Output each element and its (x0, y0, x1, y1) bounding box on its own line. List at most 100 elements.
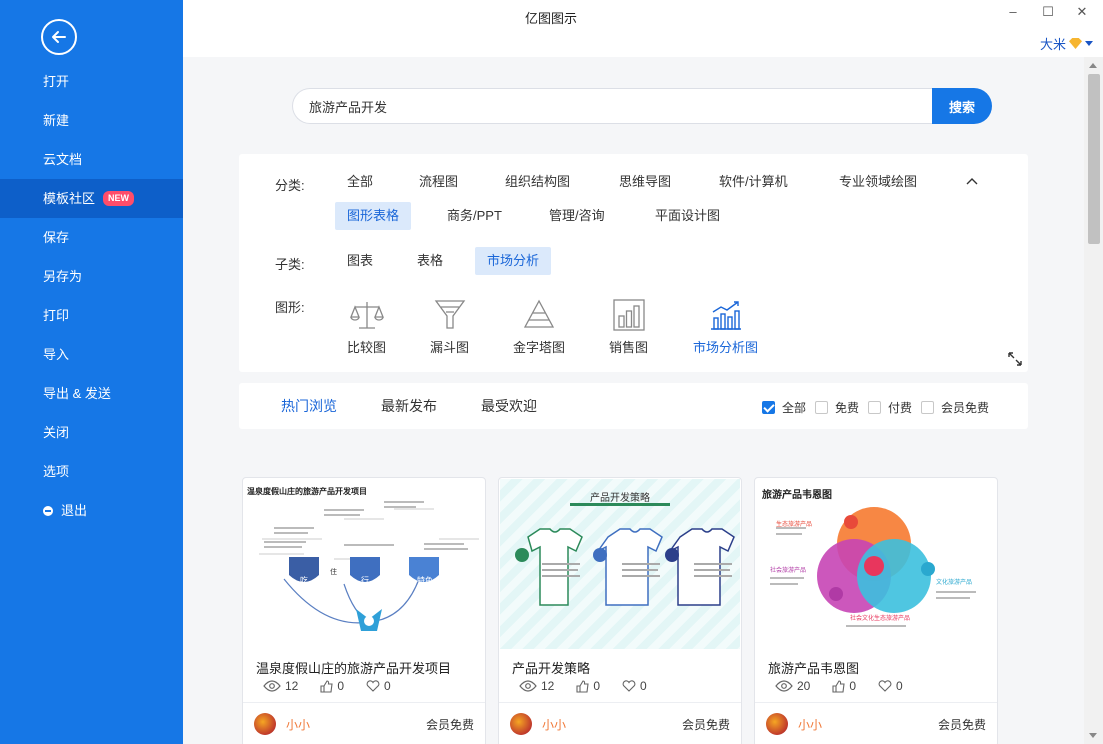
scroll-down-arrow-icon[interactable] (1089, 733, 1097, 738)
heart-icon (622, 680, 636, 692)
sidebar-item-label: 新建 (43, 113, 70, 128)
pyramid-icon (523, 299, 555, 328)
category-mind-map[interactable]: 思维导图 (607, 168, 683, 196)
back-button[interactable] (41, 19, 77, 55)
sidebar-item-exit[interactable]: 退出 (0, 491, 183, 530)
subcategory-label: 子类: (275, 257, 305, 272)
sidebar-item-template-community[interactable]: 模板社区 NEW (0, 179, 183, 218)
template-thumbnail: 温泉度假山庄的旅游产品开发项目 吃 住 行 特色 (244, 479, 484, 649)
scroll-thumb[interactable] (1088, 74, 1100, 244)
shape-pyramid[interactable]: 金字塔图 (513, 295, 565, 356)
tshirt-diagram-graphic (515, 503, 735, 606)
sidebar-item-export[interactable]: 导出 & 发送 (0, 374, 183, 413)
search-input[interactable] (292, 88, 934, 124)
sidebar-item-save-as[interactable]: 另存为 (0, 257, 183, 296)
filter-member-free-checkbox[interactable]: 会员免费 (921, 399, 989, 416)
like-button[interactable]: 0 (576, 679, 600, 693)
expand-icon[interactable] (1007, 351, 1023, 367)
shape-label-text: 销售图 (609, 340, 649, 355)
subcategory-chart[interactable]: 图表 (335, 247, 385, 275)
category-graphic-design[interactable]: 平面设计图 (643, 202, 732, 230)
user-menu[interactable]: 大米 (1040, 34, 1093, 53)
shape-funnel[interactable]: 漏斗图 (430, 295, 469, 356)
shape-comparison[interactable]: 比较图 (347, 295, 386, 356)
tab-hot[interactable]: 热门浏览 (281, 396, 337, 416)
thumbs-up-icon (832, 679, 845, 693)
category-business-ppt[interactable]: 商务/PPT (435, 202, 514, 230)
sidebar-item-label: 云文档 (43, 152, 83, 167)
search-bar: 搜索 (292, 88, 992, 124)
like-button[interactable]: 0 (832, 679, 856, 693)
filter-paid-checkbox[interactable]: 付费 (868, 399, 912, 416)
sidebar-item-save[interactable]: 保存 (0, 218, 183, 257)
search-button[interactable]: 搜索 (932, 88, 992, 124)
favorites-count: 0 (896, 679, 903, 693)
shape-sales[interactable]: 销售图 (609, 295, 648, 356)
category-org-chart[interactable]: 组织结构图 (493, 168, 582, 196)
template-card[interactable]: 产品开发策略 产品开发策略 12 0 0 小小 会员免费 (498, 477, 742, 744)
sidebar-item-cloud[interactable]: 云文档 (0, 140, 183, 179)
sidebar-item-open[interactable]: 打开 (0, 62, 183, 101)
venn-label: 社会旅游产品 (770, 568, 807, 574)
filter-free-checkbox[interactable]: 免费 (815, 399, 859, 416)
scroll-up-arrow-icon[interactable] (1089, 63, 1097, 68)
sidebar-item-new[interactable]: 新建 (0, 101, 183, 140)
sidebar-item-import[interactable]: 导入 (0, 335, 183, 374)
like-button[interactable]: 0 (320, 679, 344, 693)
favorite-button[interactable]: 0 (622, 679, 647, 693)
views-count: 20 (797, 679, 811, 693)
minimize-button[interactable]: – (1003, 4, 1023, 19)
price-label: 会员免费 (681, 718, 730, 732)
sidebar-nav: 打开 新建 云文档 模板社区 NEW 保存 另存为 打印 导入 导出 & 发送 关… (0, 62, 183, 530)
author-name[interactable]: 小小 (542, 716, 566, 733)
avatar[interactable] (510, 713, 532, 735)
sidebar-item-label: 模板社区 (43, 191, 96, 206)
filter-panel: 分类: 全部 流程图 组织结构图 思维导图 软件/计算机 专业领域绘图 图形表格… (239, 154, 1028, 372)
category-software[interactable]: 软件/计算机 (707, 168, 800, 196)
sidebar-item-options[interactable]: 选项 (0, 452, 183, 491)
author-name[interactable]: 小小 (286, 716, 310, 733)
node-label: 吃 (300, 576, 308, 585)
sidebar-item-close[interactable]: 关闭 (0, 413, 183, 452)
shape-label: 图形: (275, 300, 305, 315)
checkbox (921, 401, 934, 414)
tab-most-liked[interactable]: 最受欢迎 (481, 396, 537, 416)
price-label: 会员免费 (425, 718, 474, 732)
tab-newest[interactable]: 最新发布 (381, 396, 437, 416)
maximize-button[interactable]: ☐ (1038, 4, 1058, 20)
sidebar-item-print[interactable]: 打印 (0, 296, 183, 335)
eye-icon (263, 680, 281, 692)
sidebar: 打开 新建 云文档 模板社区 NEW 保存 另存为 打印 导入 导出 & 发送 关… (0, 0, 183, 744)
template-card[interactable]: 旅游产品韦恩图 生态旅游产品 文化旅游产品 社会旅游产品 社会文化生态旅游产品 … (754, 477, 998, 744)
vertical-scrollbar[interactable] (1084, 57, 1103, 744)
favorite-button[interactable]: 0 (878, 679, 903, 693)
category-all[interactable]: 全部 (335, 168, 385, 196)
category-graphics-table[interactable]: 图形表格 (335, 202, 412, 230)
avatar[interactable] (766, 713, 788, 735)
author-name[interactable]: 小小 (798, 716, 822, 733)
card-title: 旅游产品韦恩图 (768, 661, 860, 676)
likes-count: 0 (593, 679, 601, 693)
sidebar-item-label: 打开 (43, 74, 70, 89)
favorite-button[interactable]: 0 (366, 679, 391, 693)
likes-count: 0 (337, 679, 345, 693)
filter-all-checkbox[interactable]: 全部 (762, 399, 806, 416)
subcategory-table[interactable]: 表格 (405, 247, 455, 275)
category-flowchart[interactable]: 流程图 (407, 168, 470, 196)
venn-label: 文化旅游产品 (936, 580, 973, 586)
heart-icon (366, 680, 380, 692)
likes-count: 0 (849, 679, 857, 693)
sidebar-item-label: 保存 (43, 230, 70, 245)
template-card[interactable]: 温泉度假山庄的旅游产品开发项目 吃 住 行 特色 温泉度假山庄的旅游产品开发项目… (242, 477, 486, 744)
chevron-up-icon[interactable] (965, 174, 979, 188)
venn-diagram-graphic (770, 507, 976, 627)
subcategory-market-analysis[interactable]: 市场分析 (475, 247, 552, 275)
shape-market-analysis[interactable]: 市场分析图 (693, 295, 758, 356)
vip-gem-icon (1069, 38, 1082, 49)
avatar[interactable] (254, 713, 276, 735)
category-management[interactable]: 管理/咨询 (537, 202, 617, 230)
close-button[interactable]: ✕ (1072, 4, 1092, 20)
scale-icon (349, 302, 384, 329)
category-professional[interactable]: 专业领域绘图 (827, 168, 929, 196)
favorites-count: 0 (640, 679, 647, 693)
